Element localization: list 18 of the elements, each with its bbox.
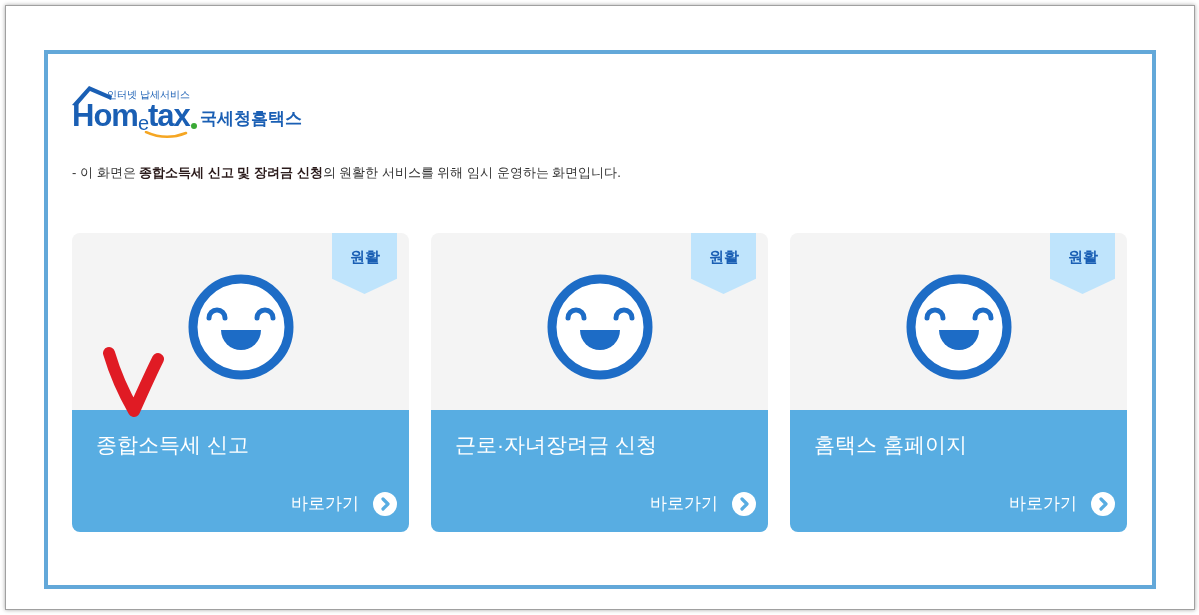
- smiley-face-icon: [905, 273, 1012, 380]
- arrow-circle-icon: [373, 492, 397, 516]
- logo-name: 국세청홈택스: [199, 108, 302, 130]
- card-title: 홈택스 홈페이지: [814, 432, 968, 458]
- arrow-circle-icon: [732, 492, 756, 516]
- notice-text: - 이 화면은 종합소득세 신고 및 장려금 신청의 원활한 서비스를 위해 임시 운영하는 화면입니다.: [72, 164, 622, 182]
- shortcut-link[interactable]: 바로가기: [1009, 492, 1115, 516]
- swoosh-icon: [143, 131, 188, 139]
- smiley-face-icon: [546, 273, 653, 380]
- arrow-circle-icon: [1091, 492, 1115, 516]
- shortcut-link[interactable]: 바로가기: [291, 492, 397, 516]
- card-title: 근로·자녀장려금 신청: [455, 432, 658, 458]
- dot-icon: [190, 123, 197, 129]
- shortcut-link[interactable]: 바로가기: [650, 492, 756, 516]
- logo-tagline: 인터넷 납세서비스: [107, 89, 190, 100]
- smiley-face-icon: [187, 273, 294, 380]
- logo-wordmark: Hom$_{e}$tax: [72, 100, 190, 132]
- card-title: 종합소득세 신고: [96, 432, 250, 458]
